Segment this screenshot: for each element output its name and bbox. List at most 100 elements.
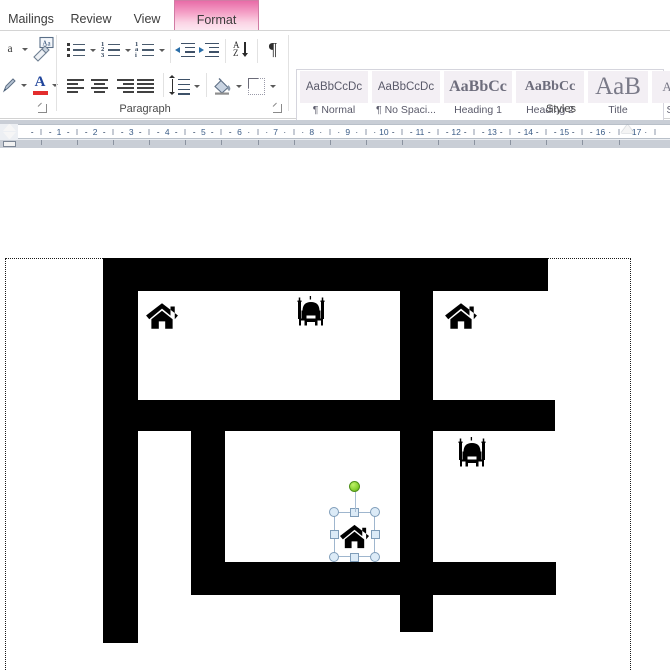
left-indent-marker-box[interactable]	[3, 141, 16, 147]
line-spacing-button[interactable]	[168, 75, 192, 97]
style-item-normal[interactable]: AaBbCcDc ¶ Normal	[298, 71, 370, 121]
house-icon-top-left[interactable]	[145, 299, 179, 338]
style-preview-text: AaB	[595, 73, 641, 100]
horizontal-ruler[interactable]: 1 2 3 4 5 6 7 8 9 10 11 12 13 14 15 16 17	[0, 120, 670, 148]
ruler-quarter-dot	[518, 131, 521, 134]
ruler-bottom-band	[0, 140, 670, 148]
ruler-tick-label: 5	[201, 127, 206, 137]
shading-paint-bucket-icon	[213, 77, 232, 95]
sort-arrow-icon	[242, 42, 248, 57]
align-left-button[interactable]	[64, 76, 88, 96]
numbering-caret[interactable]	[123, 45, 133, 55]
sort-button[interactable]: A Z	[230, 39, 252, 61]
ruler-half-tick	[581, 129, 583, 135]
align-center-button[interactable]	[88, 76, 112, 96]
mosque-icon-top-mid[interactable]	[296, 296, 326, 333]
ruler-tab-stop-tick	[618, 140, 620, 145]
first-line-indent-marker[interactable]	[3, 124, 16, 139]
tab-format[interactable]: PICTURE TOOLS Format	[174, 0, 259, 31]
show-formatting-marks-button[interactable]: ¶	[262, 38, 284, 60]
style-item-heading-1[interactable]: AaBbCс Heading 1	[442, 71, 514, 121]
borders-button[interactable]	[245, 76, 267, 96]
road-bottom-horizontal[interactable]	[191, 562, 556, 595]
resize-handle-sw[interactable]	[329, 552, 339, 562]
ruler-tick-label: 16	[595, 127, 606, 137]
bullets-caret[interactable]	[88, 45, 98, 55]
ruler-scale[interactable]: 1 2 3 4 5 6 7 8 9 10 11 12 13 14 15 16 17	[18, 124, 670, 139]
road-left-vertical[interactable]	[103, 258, 138, 643]
ruler-half-tick	[437, 129, 439, 135]
ruler-quarter-dot	[49, 131, 51, 134]
resize-handle-s[interactable]	[350, 552, 359, 562]
borders-caret[interactable]	[268, 81, 278, 91]
multilevel-list-button[interactable]: 1ai	[133, 40, 157, 60]
style-label: Heading 1	[454, 104, 502, 116]
rotate-handle[interactable]	[349, 481, 360, 492]
font-color-button[interactable]: A	[31, 73, 49, 97]
font-color-icon: A	[32, 74, 48, 95]
ruler-quarter-dot	[337, 131, 340, 134]
house-icon-top-right[interactable]	[444, 299, 478, 338]
style-preview-swatch: AaBbCcDc	[300, 71, 368, 103]
line-spacing-caret[interactable]	[192, 81, 202, 91]
chevron-down-icon	[21, 83, 27, 87]
group-divider-spacing-shading	[206, 73, 207, 97]
resize-handle-nw[interactable]	[329, 507, 339, 517]
text-effects-icon[interactable]	[0, 75, 18, 95]
style-preview-swatch: AaBbCc	[516, 71, 584, 103]
ruler-half-tick	[293, 129, 295, 135]
text-effects-caret[interactable]	[19, 80, 29, 90]
increase-indent-button[interactable]	[198, 40, 220, 60]
ruler-tick-label: 8	[309, 127, 315, 137]
right-indent-marker[interactable]	[621, 125, 634, 133]
ruler-quarter-dot	[301, 131, 304, 134]
selected-shape-frame[interactable]	[334, 512, 375, 557]
tab-review[interactable]: Review	[62, 0, 120, 31]
styles-gallery[interactable]: AaBbCcDc ¶ Normal AaBbCcDc ¶ No Spaci...…	[296, 69, 670, 123]
clear-formatting-button[interactable]: Aa	[29, 35, 59, 63]
ruler-quarter-dot	[211, 131, 214, 134]
multilevel-list-caret[interactable]	[157, 45, 167, 55]
resize-handle-w[interactable]	[329, 530, 339, 539]
ruler-tick-label: 14	[523, 127, 534, 137]
font-size-grow-shrink-label[interactable]: a	[0, 39, 20, 59]
document-canvas[interactable]	[0, 148, 670, 670]
ruler-tab-stop-tick	[474, 140, 476, 145]
bullets-button[interactable]	[64, 40, 88, 60]
ruler-quarter-dot	[319, 131, 322, 134]
shading-caret[interactable]	[234, 81, 244, 91]
tab-mailings[interactable]: Mailings	[0, 0, 62, 31]
resize-handle-ne[interactable]	[370, 507, 380, 517]
ruler-quarter-dot	[67, 131, 69, 134]
style-item-subtitle-partial[interactable]: Aa S	[650, 71, 670, 121]
ruler-quarter-dot	[590, 131, 593, 134]
tab-view[interactable]: View	[120, 0, 174, 31]
font-color-caret[interactable]	[50, 80, 60, 90]
numbering-button[interactable]: 123	[99, 40, 123, 60]
style-preview-text: AaBbCcDc	[377, 81, 435, 93]
font-group-dialog-launcher[interactable]	[38, 104, 47, 113]
ruler-tick-label: 1	[56, 127, 62, 137]
ruler-quarter-dot	[103, 131, 105, 134]
paragraph-group-dialog-launcher[interactable]	[273, 104, 282, 113]
road-top-horizontal[interactable]	[103, 258, 548, 291]
group-divider-lists-indent	[170, 39, 171, 63]
mosque-icon-mid-right[interactable]	[457, 437, 487, 474]
clear-formatting-icon: Aa	[33, 36, 54, 62]
ruler-tab-stop-tick	[582, 140, 584, 145]
decrease-indent-button[interactable]	[174, 40, 196, 60]
align-right-button[interactable]	[112, 76, 136, 96]
ruler-half-tick	[365, 129, 367, 135]
ruler-half-tick	[220, 129, 222, 135]
road-middle-horizontal[interactable]	[103, 400, 555, 431]
pen-icon	[2, 78, 16, 93]
ruler-half-tick	[509, 129, 511, 135]
style-item-no-spacing[interactable]: AaBbCcDc ¶ No Spaci...	[370, 71, 442, 121]
shading-button[interactable]	[210, 75, 234, 97]
justify-button[interactable]	[134, 76, 158, 96]
align-right-icon	[115, 79, 134, 93]
numbering-icon: 123	[101, 41, 121, 59]
resize-handle-se[interactable]	[370, 552, 380, 562]
ruler-tab-stop-tick	[438, 140, 440, 145]
resize-handle-e[interactable]	[370, 530, 380, 539]
